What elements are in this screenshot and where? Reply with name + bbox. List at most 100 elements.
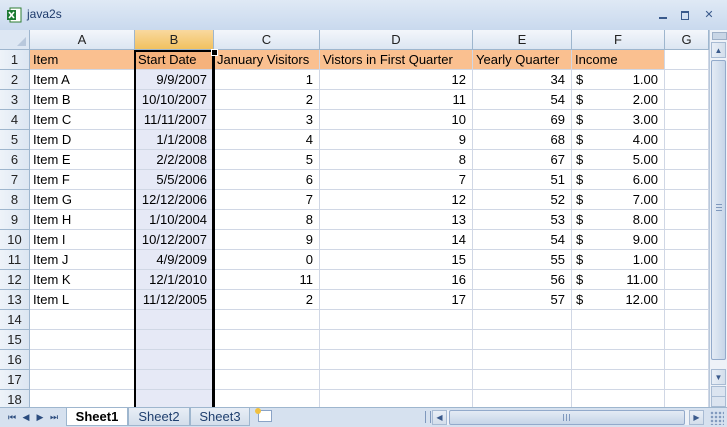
cell-a6[interactable]: Item E <box>30 150 135 170</box>
cell-d16[interactable] <box>320 350 473 370</box>
cell-b12[interactable]: 12/1/2010 <box>135 270 214 290</box>
row-header-8[interactable]: 8 <box>0 190 30 210</box>
cell-d14[interactable] <box>320 310 473 330</box>
cell-e15[interactable] <box>473 330 572 350</box>
cell-f15[interactable] <box>572 330 665 350</box>
cell-b1[interactable]: Start Date <box>135 50 214 70</box>
cell-a3[interactable]: Item B <box>30 90 135 110</box>
select-all-button[interactable] <box>0 30 30 50</box>
cell-e12[interactable]: 56 <box>473 270 572 290</box>
cell-g14[interactable] <box>665 310 709 330</box>
cell-f10[interactable]: $9.00 <box>572 230 665 250</box>
cell-e10[interactable]: 54 <box>473 230 572 250</box>
cell-c9[interactable]: 8 <box>214 210 320 230</box>
cell-b17[interactable] <box>135 370 214 390</box>
cell-d5[interactable]: 9 <box>320 130 473 150</box>
cell-f8[interactable]: $7.00 <box>572 190 665 210</box>
worksheet-grid[interactable]: A B C D E F G 1 Item Start Date January Visitors Vi… <box>0 30 709 407</box>
cell-d3[interactable]: 11 <box>320 90 473 110</box>
row-header-7[interactable]: 7 <box>0 170 30 190</box>
cell-e17[interactable] <box>473 370 572 390</box>
cell-b15[interactable] <box>135 330 214 350</box>
cell-f17[interactable] <box>572 370 665 390</box>
next-page-icon[interactable] <box>711 396 726 407</box>
cell-a7[interactable]: Item F <box>30 170 135 190</box>
cell-c15[interactable] <box>214 330 320 350</box>
cell-b9[interactable]: 1/10/2004 <box>135 210 214 230</box>
cell-c3[interactable]: 2 <box>214 90 320 110</box>
cell-f5[interactable]: $4.00 <box>572 130 665 150</box>
cell-c4[interactable]: 3 <box>214 110 320 130</box>
cell-b18[interactable] <box>135 390 214 407</box>
cell-g17[interactable] <box>665 370 709 390</box>
cell-c16[interactable] <box>214 350 320 370</box>
next-sheet-icon[interactable]: ▶ <box>34 411 46 423</box>
column-header-a[interactable]: A <box>30 30 135 50</box>
column-header-d[interactable]: D <box>320 30 473 50</box>
cell-c8[interactable]: 7 <box>214 190 320 210</box>
cell-a2[interactable]: Item A <box>30 70 135 90</box>
column-header-f[interactable]: F <box>572 30 665 50</box>
cell-c18[interactable] <box>214 390 320 407</box>
cell-a11[interactable]: Item J <box>30 250 135 270</box>
cell-f1[interactable]: Income <box>572 50 665 70</box>
row-header-6[interactable]: 6 <box>0 150 30 170</box>
cell-a12[interactable]: Item K <box>30 270 135 290</box>
cell-c11[interactable]: 0 <box>214 250 320 270</box>
row-header-3[interactable]: 3 <box>0 90 30 110</box>
cell-e5[interactable]: 68 <box>473 130 572 150</box>
column-header-b[interactable]: B <box>135 30 214 50</box>
cell-e8[interactable]: 52 <box>473 190 572 210</box>
cell-a9[interactable]: Item H <box>30 210 135 230</box>
scroll-left-icon[interactable]: ◀ <box>432 410 447 425</box>
cell-b6[interactable]: 2/2/2008 <box>135 150 214 170</box>
cell-g4[interactable] <box>665 110 709 130</box>
cell-e4[interactable]: 69 <box>473 110 572 130</box>
row-header-13[interactable]: 13 <box>0 290 30 310</box>
cell-d6[interactable]: 8 <box>320 150 473 170</box>
tab-sheet1[interactable]: Sheet1 <box>66 408 128 426</box>
row-header-14[interactable]: 14 <box>0 310 30 330</box>
cell-d1[interactable]: Vistors in First Quarter <box>320 50 473 70</box>
cell-d17[interactable] <box>320 370 473 390</box>
cell-b2[interactable]: 9/9/2007 <box>135 70 214 90</box>
split-handle[interactable] <box>712 32 727 40</box>
cell-e18[interactable] <box>473 390 572 407</box>
cell-c7[interactable]: 6 <box>214 170 320 190</box>
column-header-c[interactable]: C <box>214 30 320 50</box>
cell-f12[interactable]: $11.00 <box>572 270 665 290</box>
cell-f3[interactable]: $2.00 <box>572 90 665 110</box>
cell-a8[interactable]: Item G <box>30 190 135 210</box>
cell-f16[interactable] <box>572 350 665 370</box>
cell-a14[interactable] <box>30 310 135 330</box>
cell-e14[interactable] <box>473 310 572 330</box>
scroll-up-icon[interactable]: ▲ <box>711 42 726 58</box>
scroll-down-icon[interactable]: ▼ <box>711 369 726 385</box>
cell-c14[interactable] <box>214 310 320 330</box>
maximize-icon[interactable] <box>678 8 692 22</box>
row-header-10[interactable]: 10 <box>0 230 30 250</box>
tab-sheet3[interactable]: Sheet3 <box>190 408 250 426</box>
row-header-17[interactable]: 17 <box>0 370 30 390</box>
insert-sheet-icon[interactable] <box>255 408 272 422</box>
cell-c17[interactable] <box>214 370 320 390</box>
cell-a17[interactable] <box>30 370 135 390</box>
cell-g6[interactable] <box>665 150 709 170</box>
cell-d15[interactable] <box>320 330 473 350</box>
cell-e9[interactable]: 53 <box>473 210 572 230</box>
horizontal-scrollbar[interactable]: ◀ ▶ <box>432 410 704 425</box>
cell-e7[interactable]: 51 <box>473 170 572 190</box>
cell-a16[interactable] <box>30 350 135 370</box>
cell-d10[interactable]: 14 <box>320 230 473 250</box>
row-header-11[interactable]: 11 <box>0 250 30 270</box>
cell-c13[interactable]: 2 <box>214 290 320 310</box>
last-sheet-icon[interactable]: ⏭ <box>48 411 60 423</box>
cell-e2[interactable]: 34 <box>473 70 572 90</box>
cell-g16[interactable] <box>665 350 709 370</box>
cell-d12[interactable]: 16 <box>320 270 473 290</box>
cell-g1[interactable] <box>665 50 709 70</box>
cell-e16[interactable] <box>473 350 572 370</box>
scroll-right-icon[interactable]: ▶ <box>689 410 704 425</box>
cell-a5[interactable]: Item D <box>30 130 135 150</box>
cell-g9[interactable] <box>665 210 709 230</box>
